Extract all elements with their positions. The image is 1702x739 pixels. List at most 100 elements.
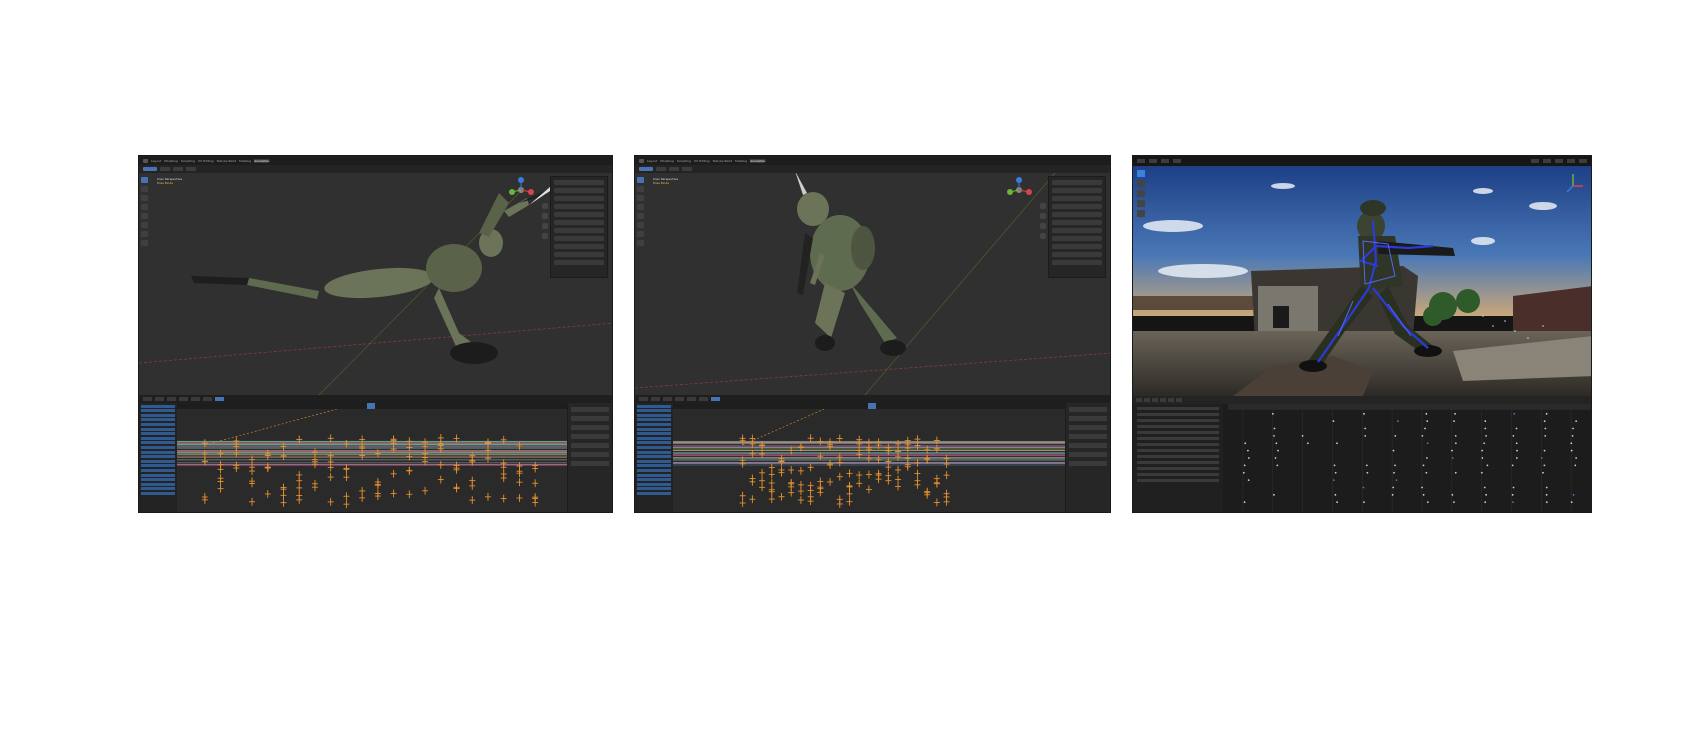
pose-menu[interactable] xyxy=(682,167,692,171)
zoom-icon[interactable] xyxy=(542,203,548,209)
tab-layout[interactable]: Layout xyxy=(647,159,657,163)
channel-list[interactable] xyxy=(635,403,673,512)
sequencer-key xyxy=(1454,412,1456,415)
sidebar-properties-panel[interactable] xyxy=(550,176,608,278)
tab-modeling[interactable]: Modeling xyxy=(660,159,674,163)
camera-speed-icon[interactable] xyxy=(1579,159,1587,163)
show-button[interactable] xyxy=(1173,159,1181,163)
perspective-button[interactable] xyxy=(1149,159,1157,163)
play-icon[interactable] xyxy=(1160,398,1166,402)
graph-sidebar[interactable] xyxy=(1065,403,1110,512)
key-icon[interactable] xyxy=(1176,398,1182,402)
tab-uv-editing[interactable]: UV Editing xyxy=(694,159,710,163)
sequencer-timeline[interactable] xyxy=(1228,404,1591,512)
view-menu[interactable] xyxy=(155,397,164,401)
select-menu[interactable] xyxy=(663,397,672,401)
mode-selector[interactable] xyxy=(639,167,653,171)
fcurve-graph[interactable] xyxy=(177,408,568,512)
save-icon[interactable] xyxy=(1136,398,1142,402)
move-tool-icon[interactable] xyxy=(141,195,148,201)
modeling-mode-icon[interactable] xyxy=(1137,210,1145,217)
tab-animation[interactable]: Animation xyxy=(750,158,766,163)
navigation-gizmo-icon[interactable] xyxy=(1006,177,1032,203)
tab-sculpting[interactable]: Sculpting xyxy=(181,159,195,163)
select-menu[interactable] xyxy=(167,397,176,401)
3d-viewport[interactable]: User Perspective Pose Mode xyxy=(139,173,612,395)
scale-tool-icon[interactable] xyxy=(637,213,644,219)
editor-type-button[interactable] xyxy=(639,397,648,401)
pose-menu[interactable] xyxy=(186,167,196,171)
mode-selector[interactable] xyxy=(143,167,157,171)
mesh-paint-icon[interactable] xyxy=(1137,200,1145,207)
tab-texture-paint[interactable]: Texture Paint xyxy=(713,159,732,163)
rotate-icon[interactable] xyxy=(1543,159,1551,163)
lit-button[interactable] xyxy=(1161,159,1169,163)
scale-icon[interactable] xyxy=(1555,159,1563,163)
transform-tool-icon[interactable] xyxy=(637,222,644,228)
measure-tool-icon[interactable] xyxy=(637,240,644,246)
pan-icon[interactable] xyxy=(542,213,548,219)
rotate-tool-icon[interactable] xyxy=(141,204,148,210)
viewport-menu-button[interactable] xyxy=(1137,159,1145,163)
view-menu[interactable] xyxy=(656,167,666,171)
select-menu[interactable] xyxy=(669,167,679,171)
marker-menu[interactable] xyxy=(675,397,684,401)
view-menu[interactable] xyxy=(160,167,170,171)
select-mode-icon[interactable] xyxy=(1137,170,1145,177)
ue-level-viewport[interactable] xyxy=(1133,166,1591,396)
fcurve-graph[interactable] xyxy=(673,408,1066,512)
graph-sidebar[interactable] xyxy=(567,403,612,512)
camera-icon[interactable] xyxy=(542,223,548,229)
cursor-tool-icon[interactable] xyxy=(141,186,148,192)
marker-menu[interactable] xyxy=(179,397,188,401)
unreal-screenshot xyxy=(1132,155,1592,513)
channel-menu[interactable] xyxy=(687,397,696,401)
select-tool-icon[interactable] xyxy=(141,177,148,183)
cursor-tool-icon[interactable] xyxy=(637,186,644,192)
sequencer-panel[interactable] xyxy=(1133,396,1591,512)
move-tool-icon[interactable] xyxy=(637,195,644,201)
track-outliner[interactable] xyxy=(1133,404,1223,512)
editor-type-button[interactable] xyxy=(143,397,152,401)
tab-uv-editing[interactable]: UV Editing xyxy=(198,159,214,163)
tab-shading[interactable]: Shading xyxy=(735,159,747,163)
loop-icon[interactable] xyxy=(1168,398,1174,402)
3d-viewport[interactable]: User Perspective Pose Mode xyxy=(635,173,1110,395)
channel-menu[interactable] xyxy=(191,397,200,401)
graph-editor[interactable] xyxy=(139,403,612,512)
tab-texture-paint[interactable]: Texture Paint xyxy=(217,159,236,163)
annotate-tool-icon[interactable] xyxy=(141,231,148,237)
filter-icon[interactable] xyxy=(1152,398,1158,402)
zoom-icon[interactable] xyxy=(1040,203,1046,209)
navigation-gizmo-icon[interactable] xyxy=(508,177,534,203)
graph-editor[interactable] xyxy=(635,403,1110,512)
normalize-toggle[interactable] xyxy=(215,397,224,401)
tab-animation[interactable]: Animation xyxy=(254,158,270,163)
key-menu[interactable] xyxy=(203,397,212,401)
add-track-icon[interactable] xyxy=(1144,398,1150,402)
transform-tool-icon[interactable] xyxy=(141,222,148,228)
foliage-mode-icon[interactable] xyxy=(1137,190,1145,197)
key-menu[interactable] xyxy=(699,397,708,401)
landscape-mode-icon[interactable] xyxy=(1137,180,1145,187)
tab-sculpting[interactable]: Sculpting xyxy=(677,159,691,163)
tab-modeling[interactable]: Modeling xyxy=(164,159,178,163)
rotate-tool-icon[interactable] xyxy=(637,204,644,210)
camera-icon[interactable] xyxy=(1040,223,1046,229)
sidebar-properties-panel[interactable] xyxy=(1048,176,1106,278)
tab-layout[interactable]: Layout xyxy=(151,159,161,163)
pan-icon[interactable] xyxy=(1040,213,1046,219)
scale-tool-icon[interactable] xyxy=(141,213,148,219)
grid-snap-icon[interactable] xyxy=(1567,159,1575,163)
annotate-tool-icon[interactable] xyxy=(637,231,644,237)
select-menu[interactable] xyxy=(173,167,183,171)
translate-icon[interactable] xyxy=(1531,159,1539,163)
ortho-toggle-icon[interactable] xyxy=(542,233,548,239)
select-tool-icon[interactable] xyxy=(637,177,644,183)
ortho-toggle-icon[interactable] xyxy=(1040,233,1046,239)
view-menu[interactable] xyxy=(651,397,660,401)
normalize-toggle[interactable] xyxy=(711,397,720,401)
measure-tool-icon[interactable] xyxy=(141,240,148,246)
channel-list[interactable] xyxy=(139,403,177,512)
tab-shading[interactable]: Shading xyxy=(239,159,251,163)
